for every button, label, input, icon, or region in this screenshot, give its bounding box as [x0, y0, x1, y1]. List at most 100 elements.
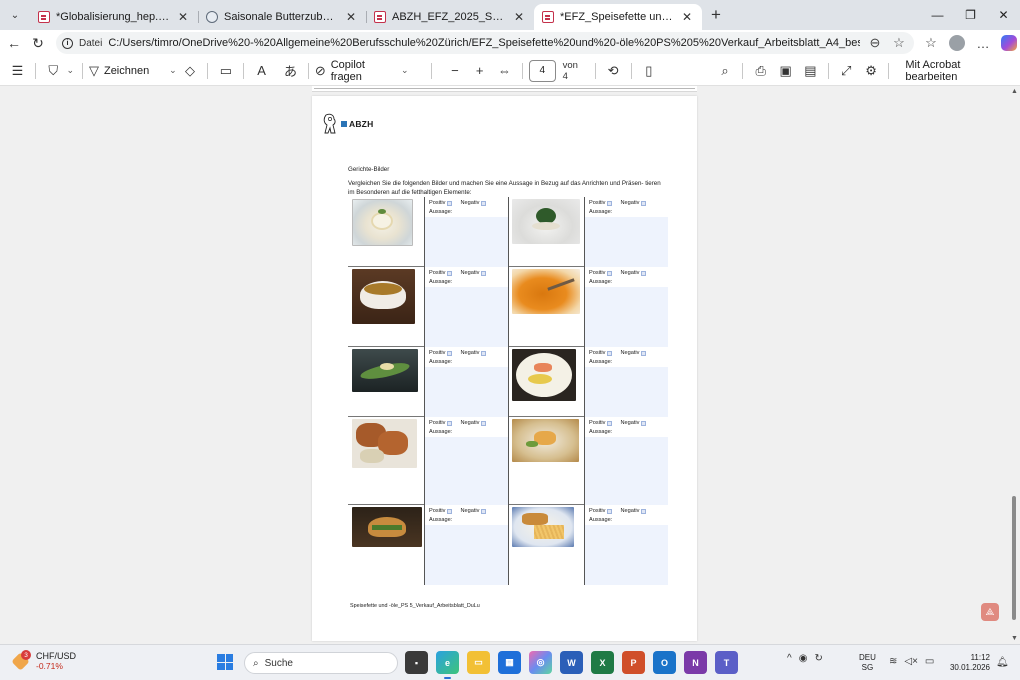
more-menu-icon[interactable]: … [972, 32, 994, 54]
tab-actions-menu-button[interactable]: ⌄ [4, 4, 26, 26]
close-icon[interactable]: ✕ [512, 10, 526, 24]
negative-checkbox[interactable] [641, 420, 647, 426]
positive-checkbox[interactable] [607, 270, 613, 276]
notifications-bell-icon[interactable]: 🔔︎ [996, 657, 1009, 668]
chevron-down-icon[interactable]: ⌄ [167, 65, 178, 76]
scroll-down-icon[interactable]: ▼ [1011, 635, 1018, 642]
statement-text-field[interactable] [585, 525, 668, 585]
fullscreen-icon[interactable]: ⤢ [835, 59, 858, 83]
rotate-icon[interactable]: ⟲ [602, 59, 625, 83]
negative-checkbox[interactable] [641, 200, 647, 206]
clock[interactable]: 11:12 30.01.2026 [946, 653, 990, 673]
tray-app-icon[interactable]: ◉ [799, 653, 808, 664]
powerpoint-icon[interactable]: P [622, 651, 645, 674]
task-view-icon[interactable]: ▪ [405, 651, 428, 674]
page-view-icon[interactable]: ▯ [637, 59, 660, 83]
outlook-icon[interactable]: O [653, 651, 676, 674]
close-icon[interactable]: ✕ [176, 10, 190, 24]
acrobat-icon[interactable]: ⟁ [981, 603, 999, 621]
negative-checkbox[interactable] [481, 270, 487, 276]
profile-avatar[interactable] [946, 32, 968, 54]
negative-checkbox[interactable] [481, 200, 487, 206]
negative-checkbox[interactable] [481, 350, 487, 356]
favorites-icon[interactable]: ☆ [920, 32, 942, 54]
positive-checkbox[interactable] [447, 270, 453, 276]
info-icon[interactable]: i [62, 37, 73, 49]
close-window-button[interactable]: ✕ [987, 0, 1020, 30]
refresh-button[interactable]: ↻ [26, 31, 50, 55]
sync-icon[interactable]: ↻ [814, 653, 822, 664]
new-tab-button[interactable]: + [704, 3, 728, 27]
url-text[interactable]: C:/Users/timro/OneDrive%20-%20Allgemeine… [108, 37, 860, 49]
zoom-out-icon[interactable]: − [443, 59, 466, 83]
store-icon[interactable]: ▦ [498, 651, 521, 674]
positive-checkbox[interactable] [447, 350, 453, 356]
chevron-up-icon[interactable]: ^ [787, 653, 792, 664]
negative-checkbox[interactable] [641, 508, 647, 514]
input-language[interactable]: DEU SG [859, 653, 876, 673]
statement-text-field[interactable] [425, 217, 508, 267]
restore-button[interactable]: ❐ [954, 0, 987, 30]
vertical-scrollbar[interactable]: ▲ ▼ [1008, 86, 1020, 644]
statement-text-field[interactable] [585, 217, 668, 267]
omnibox[interactable]: i Datei C:/Users/timro/OneDrive%20-%20Al… [56, 32, 914, 54]
teams-icon[interactable]: T [715, 651, 738, 674]
draw-button[interactable]: ▽ Zeichnen [89, 59, 149, 83]
save-as-icon[interactable]: ▤ [799, 59, 822, 83]
edit-with-acrobat-button[interactable]: Mit Acrobat bearbeiten [895, 59, 1020, 83]
positive-checkbox[interactable] [607, 420, 613, 426]
read-aloud-icon[interactable]: A [250, 59, 273, 83]
settings-gear-icon[interactable]: ⚙ [860, 59, 883, 83]
status-icons[interactable]: ≋ ◁× ▭ [889, 656, 934, 667]
word-icon[interactable]: W [560, 651, 583, 674]
excel-icon[interactable]: X [591, 651, 614, 674]
scrollbar-thumb[interactable] [1012, 496, 1016, 620]
statement-text-field[interactable] [585, 437, 668, 505]
zoom-in-icon[interactable]: + [468, 59, 491, 83]
edge-icon[interactable]: e [436, 651, 459, 679]
print-icon[interactable]: ⎙ [749, 59, 772, 83]
positive-checkbox[interactable] [447, 420, 453, 426]
statement-text-field[interactable] [425, 525, 508, 585]
copilot-button[interactable]: ⊘ Copilot fragen [315, 59, 395, 83]
highlight-icon[interactable]: ⛉ [42, 59, 65, 83]
copilot-app-icon[interactable]: ◎ [529, 651, 552, 674]
close-icon[interactable]: ✕ [680, 10, 694, 24]
taskbar-search[interactable]: ⌕ Suche [244, 652, 398, 674]
scroll-up-icon[interactable]: ▲ [1011, 88, 1018, 95]
back-button[interactable]: ← [2, 31, 26, 55]
positive-checkbox[interactable] [607, 508, 613, 514]
search-icon[interactable]: ⌕ [714, 59, 737, 83]
eraser-icon[interactable]: ◇ [179, 59, 202, 83]
negative-checkbox[interactable] [481, 420, 487, 426]
close-icon[interactable]: ✕ [344, 10, 358, 24]
chevron-down-icon[interactable]: ⌄ [65, 65, 76, 76]
negative-checkbox[interactable] [641, 350, 647, 356]
minimize-button[interactable]: — [921, 0, 954, 30]
favorite-star-icon[interactable]: ☆ [890, 35, 908, 51]
save-icon[interactable]: ▣ [774, 59, 797, 83]
onenote-icon[interactable]: N [684, 651, 707, 674]
start-button[interactable] [217, 654, 233, 670]
tab-saisonale-butterzubereitungen[interactable]: Saisonale Butterzubereitungen ✕ [198, 4, 366, 30]
negative-checkbox[interactable] [481, 508, 487, 514]
statement-text-field[interactable] [425, 437, 508, 505]
positive-checkbox[interactable] [447, 200, 453, 206]
widgets-button[interactable]: 3 CHF/USD -0.71% [11, 650, 76, 671]
zoom-icon[interactable]: ⊖ [866, 35, 884, 51]
chevron-down-icon[interactable]: ⌄ [399, 65, 410, 76]
file-explorer-icon[interactable]: ▭ [467, 651, 490, 674]
positive-checkbox[interactable] [447, 508, 453, 514]
tab-globalisierung[interactable]: *Globalisierung_hep.pdf ✕ [30, 4, 198, 30]
add-text-icon[interactable]: ▭ [214, 59, 237, 83]
statement-text-field[interactable] [425, 367, 508, 417]
fit-width-icon[interactable]: ⇔ [493, 59, 516, 83]
pdf-viewer[interactable]: ABZH Gerichte-Bilder Vergleichen Sie die… [0, 86, 1008, 644]
statement-text-field[interactable] [425, 287, 508, 347]
tab-efz-speisefette-active[interactable]: *EFZ_Speisefette und -öle PS 5 Ver ✕ [534, 4, 702, 30]
copilot-icon[interactable] [998, 32, 1020, 54]
positive-checkbox[interactable] [607, 200, 613, 206]
tab-abzh-efz[interactable]: ABZH_EFZ_2025_Speisefette und ✕ [366, 4, 534, 30]
positive-checkbox[interactable] [607, 350, 613, 356]
translate-icon[interactable]: あ [279, 59, 302, 83]
